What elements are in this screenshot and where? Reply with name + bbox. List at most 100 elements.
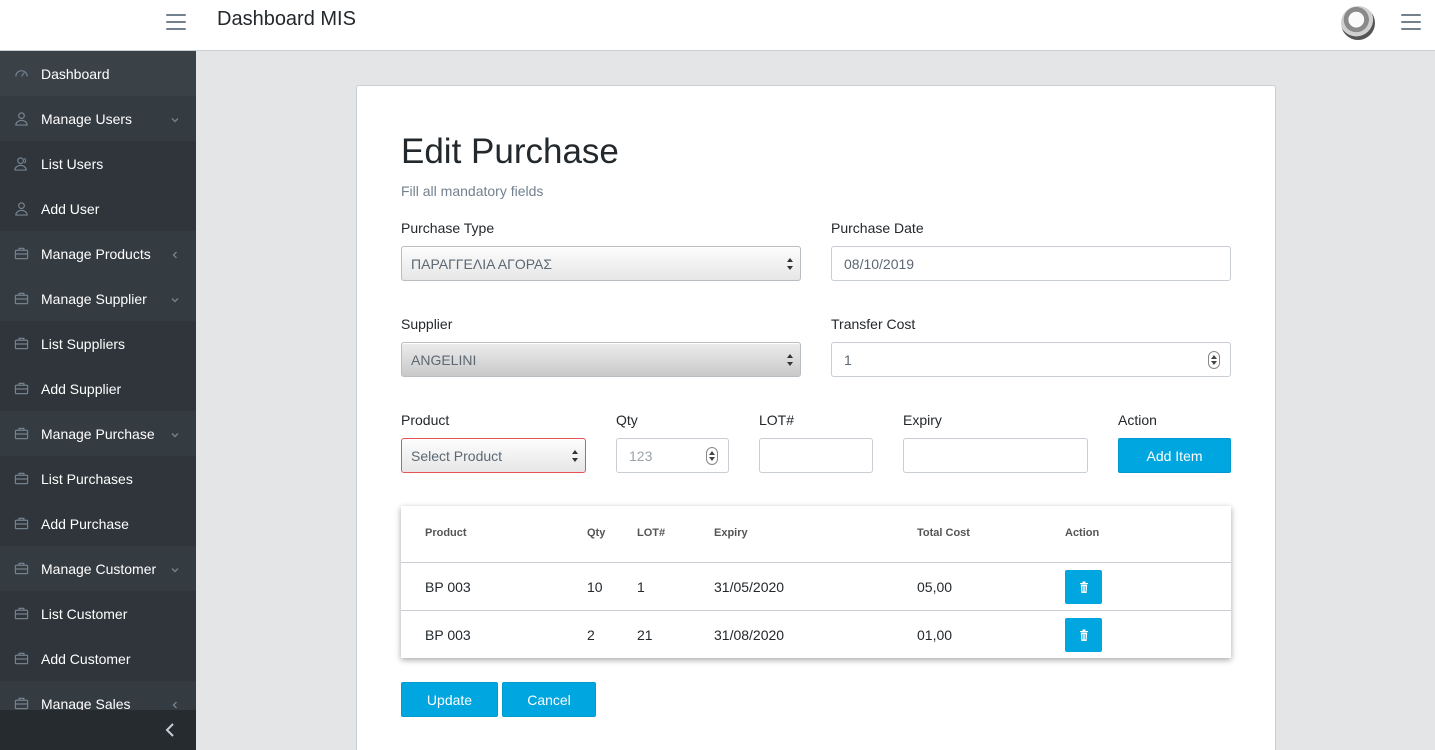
sidebar-item-manage-purchase[interactable]: Manage Purchase (0, 411, 196, 456)
delete-item-button[interactable] (1065, 570, 1102, 604)
sidebar-item-manage-users[interactable]: Manage Users (0, 96, 196, 141)
update-button[interactable]: Update (401, 682, 498, 717)
lot-label: LOT# (759, 412, 795, 428)
sidebar-item-add-purchase[interactable]: Add Purchase (0, 501, 196, 546)
table-row: BP 003 10 1 31/05/2020 05,00 (401, 562, 1231, 610)
sidebar-toggle-icon[interactable] (166, 14, 186, 30)
sidebar-item-label: Add Supplier (41, 380, 122, 397)
sidebar-minimizer[interactable] (0, 710, 196, 750)
sidebar-item-list-users[interactable]: List Users (0, 141, 196, 186)
transfer-cost-label: Transfer Cost (831, 316, 916, 332)
trash-icon (1079, 629, 1088, 641)
cell-product: BP 003 (425, 579, 471, 595)
sidebar-item-label: List Suppliers (41, 335, 126, 352)
sidebar-item-label: List Purchases (41, 470, 133, 487)
delete-item-button[interactable] (1065, 618, 1102, 652)
product-value: Select Product (411, 447, 503, 464)
briefcase-icon (13, 381, 29, 397)
cancel-button[interactable]: Cancel (502, 682, 596, 717)
number-spinner-icon[interactable] (1208, 351, 1220, 369)
purchase-date-input[interactable]: 08/10/2019 (831, 246, 1231, 281)
trash-icon (1079, 581, 1088, 593)
cell-total-cost: 05,00 (917, 579, 953, 595)
top-header: Dashboard MIS (0, 0, 1435, 51)
chevron-left-icon (170, 697, 180, 709)
add-item-button[interactable]: Add Item (1118, 438, 1231, 473)
sidebar-item-label: Add Customer (41, 650, 131, 667)
purchase-type-value: ΠΑΡΑΓΓΕΛΙΑ ΑΓΟΡΑΣ (411, 255, 552, 272)
sidebar-item-label: List Customer (41, 605, 128, 622)
cell-expiry: 31/05/2020 (714, 579, 785, 595)
avatar[interactable] (1341, 6, 1375, 40)
sidebar-item-label: Manage Products (41, 245, 151, 262)
app-brand: Dashboard MIS (217, 8, 356, 30)
briefcase-icon (13, 516, 29, 532)
supplier-label: Supplier (401, 316, 453, 332)
purchase-type-label: Purchase Type (401, 220, 495, 236)
table-header-lot: LOT# (637, 527, 666, 539)
users-icon (13, 156, 29, 172)
qty-placeholder: 123 (629, 447, 653, 464)
sidebar-item-list-customer[interactable]: List Customer (0, 591, 196, 636)
sidebar-item-label: Add Purchase (41, 515, 129, 532)
expiry-input[interactable] (903, 438, 1088, 473)
supplier-value: ANGELINI (411, 351, 477, 368)
briefcase-icon (13, 291, 29, 307)
chevron-down-icon (170, 427, 180, 438)
lot-input[interactable] (759, 438, 873, 473)
page-title: Edit Purchase (401, 132, 619, 171)
sidebar-item-add-supplier[interactable]: Add Supplier (0, 366, 196, 411)
sidebar-item-dashboard[interactable]: Dashboard (0, 51, 196, 96)
briefcase-icon (13, 651, 29, 667)
chevron-down-icon (170, 292, 180, 303)
sidebar-item-manage-supplier[interactable]: Manage Supplier (0, 276, 196, 321)
product-select[interactable]: Select Product (401, 438, 586, 473)
sidebar-item-label: Manage Supplier (41, 290, 147, 307)
select-arrows-icon (786, 353, 794, 367)
cell-expiry: 31/08/2020 (714, 627, 785, 643)
edit-purchase-card: Edit Purchase Fill all mandatory fields … (356, 85, 1276, 750)
transfer-cost-value: 1 (844, 351, 852, 368)
chevron-down-icon (170, 112, 180, 123)
cell-lot: 1 (637, 579, 645, 595)
cell-qty: 10 (587, 579, 603, 595)
table-header-expiry: Expiry (714, 527, 748, 539)
expiry-label: Expiry (903, 412, 942, 428)
sidebar-item-list-suppliers[interactable]: List Suppliers (0, 321, 196, 366)
briefcase-icon (13, 336, 29, 352)
aside-menu-toggle-icon[interactable] (1401, 14, 1421, 30)
select-arrows-icon (786, 257, 794, 271)
chevron-down-icon (170, 562, 180, 573)
table-header-qty: Qty (587, 527, 606, 539)
chevron-left-icon (170, 247, 180, 259)
product-label: Product (401, 412, 450, 428)
cell-qty: 2 (587, 627, 595, 643)
table-header-total-cost: Total Cost (917, 527, 970, 539)
sidebar: Dashboard Manage Users List Users Add Us… (0, 51, 196, 750)
purchase-date-value: 08/10/2019 (844, 255, 915, 272)
table-header-action: Action (1065, 527, 1100, 539)
purchase-items-table: Product Qty LOT# Expiry Total Cost Actio… (401, 506, 1231, 658)
sidebar-item-label: Dashboard (41, 65, 110, 82)
sidebar-item-manage-customer[interactable]: Manage Customer (0, 546, 196, 591)
cell-total-cost: 01,00 (917, 627, 953, 643)
qty-input[interactable]: 123 (616, 438, 729, 473)
briefcase-icon (13, 426, 29, 442)
number-spinner-icon[interactable] (706, 447, 718, 465)
purchase-type-select[interactable]: ΠΑΡΑΓΓΕΛΙΑ ΑΓΟΡΑΣ (401, 246, 801, 281)
briefcase-icon (13, 606, 29, 622)
sidebar-item-manage-products[interactable]: Manage Products (0, 231, 196, 276)
sidebar-item-label: Manage Customer (41, 560, 157, 577)
purchase-date-label: Purchase Date (831, 220, 924, 236)
user-icon (13, 111, 29, 127)
supplier-select[interactable]: ANGELINI (401, 342, 801, 377)
sidebar-item-list-purchases[interactable]: List Purchases (0, 456, 196, 501)
page-subtitle: Fill all mandatory fields (401, 183, 544, 199)
qty-label: Qty (616, 412, 638, 428)
sidebar-item-add-customer[interactable]: Add Customer (0, 636, 196, 681)
table-row: BP 003 2 21 31/08/2020 01,00 (401, 610, 1231, 658)
sidebar-item-label: Manage Purchase (41, 425, 155, 442)
table-header-product: Product (425, 527, 467, 539)
transfer-cost-input[interactable]: 1 (831, 342, 1231, 377)
sidebar-item-add-user[interactable]: Add User (0, 186, 196, 231)
